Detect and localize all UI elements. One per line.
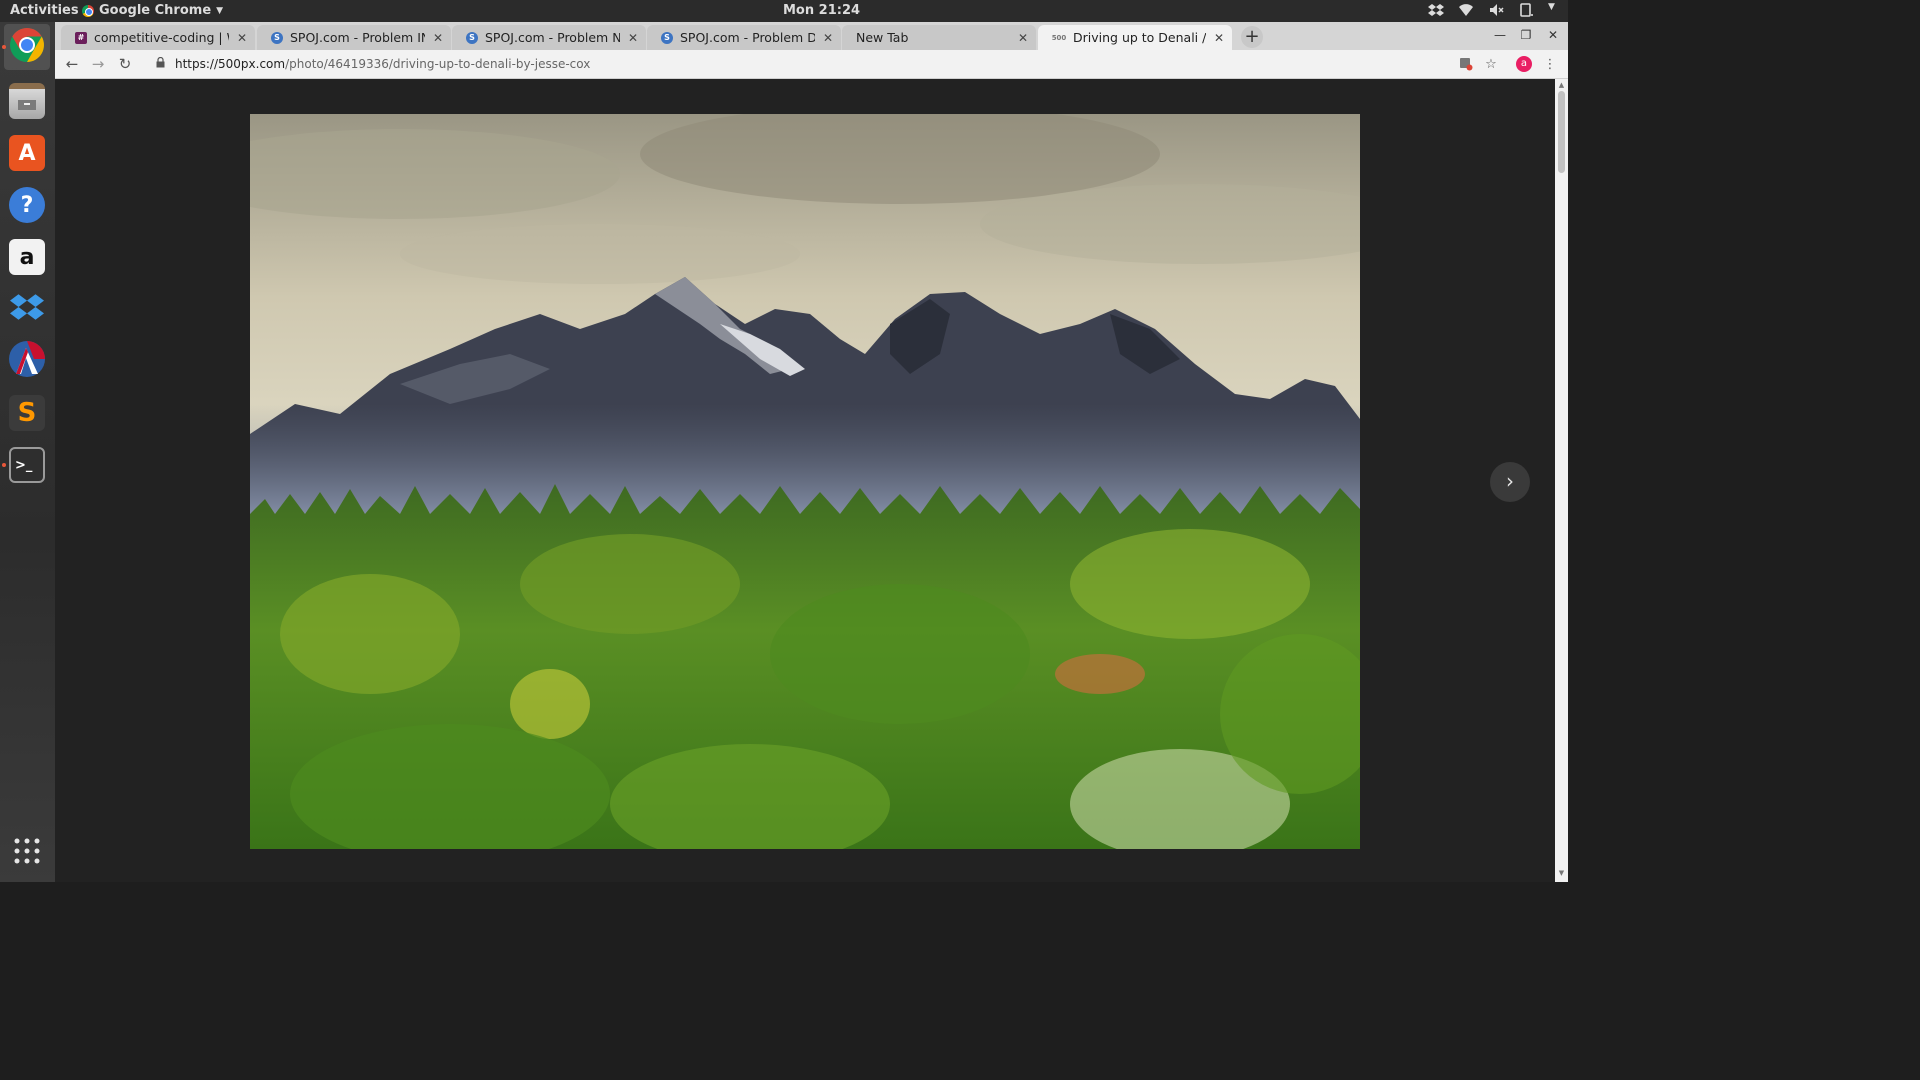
power-menu-icon[interactable] — [1518, 2, 1534, 18]
url-host: https://500px.com — [175, 57, 286, 71]
racket-icon — [8, 340, 46, 382]
tab-title: SPOJ.com - Problem INVF — [290, 30, 425, 45]
chevron-right-icon: › — [1506, 469, 1514, 493]
amazon-icon: a — [9, 239, 45, 275]
page-content: › — [55, 79, 1555, 882]
spoj-favicon-icon: S — [466, 31, 478, 44]
show-applications-button[interactable] — [4, 830, 50, 876]
close-tab-icon[interactable]: ✕ — [1016, 31, 1030, 45]
chrome-icon — [8, 26, 46, 68]
caret-down-icon: ▼ — [216, 5, 224, 16]
close-tab-icon[interactable]: ✕ — [1212, 31, 1226, 45]
close-tab-icon[interactable]: ✕ — [626, 31, 640, 45]
dropbox-icon — [8, 290, 46, 328]
app-menu[interactable]: Google Chrome ▼ — [82, 3, 223, 18]
reload-icon[interactable]: ↻ — [115, 54, 135, 74]
launcher-dock: A ? a S >_ — [0, 22, 55, 882]
launcher-help[interactable]: ? — [4, 182, 50, 228]
help-icon: ? — [9, 187, 45, 223]
system-tray: ▼ — [1428, 2, 1558, 18]
next-photo-button[interactable]: › — [1490, 462, 1530, 502]
restore-window-icon[interactable]: ❐ — [1519, 28, 1533, 42]
500px-favicon-icon: 500 — [1051, 33, 1067, 42]
launcher-sublime-text[interactable]: S — [4, 390, 50, 436]
tab-strip: # competitive-coding | WnC ✕ S SPOJ.com … — [55, 22, 1568, 50]
spoj-favicon-icon: S — [271, 31, 283, 44]
spoj-favicon-icon: S — [661, 31, 673, 44]
caret-down-icon[interactable]: ▼ — [1548, 2, 1558, 18]
tab-new-tab[interactable]: New Tab ✕ — [842, 25, 1036, 50]
file-manager-icon — [9, 83, 45, 119]
software-center-icon: A — [9, 135, 45, 171]
chrome-mini-icon — [82, 4, 94, 17]
tab-spoj-invf[interactable]: S SPOJ.com - Problem INVF ✕ — [257, 25, 451, 50]
show-apps-grid-icon — [13, 837, 41, 869]
forward-arrow-icon[interactable]: → — [88, 54, 108, 74]
activities-button[interactable]: Activities — [10, 3, 79, 18]
lock-icon — [153, 56, 167, 71]
tab-title: SPOJ.com - Problem DCEF — [680, 30, 815, 45]
close-tab-icon[interactable]: ✕ — [235, 31, 249, 45]
launcher-amazon[interactable]: a — [4, 234, 50, 280]
tab-title: New Tab — [856, 30, 909, 45]
terminal-icon: >_ — [9, 447, 45, 483]
new-tab-button[interactable]: + — [1241, 26, 1263, 48]
tab-title: Driving up to Denali / 500px — [1073, 30, 1206, 45]
scrollbar-thumb[interactable] — [1558, 91, 1565, 173]
app-menu-label: Google Chrome — [99, 3, 212, 18]
running-indicator — [2, 45, 6, 49]
launcher-racket[interactable] — [4, 338, 50, 384]
tab-title: SPOJ.com - Problem NAJF — [485, 30, 620, 45]
volume-muted-icon[interactable] — [1488, 2, 1504, 18]
launcher-software-center[interactable]: A — [4, 130, 50, 176]
launcher-dropbox[interactable] — [4, 286, 50, 332]
landscape-photo[interactable] — [250, 114, 1360, 849]
back-arrow-icon[interactable]: ← — [62, 54, 82, 74]
url-path: /photo/46419336/driving-up-to-denali-by-… — [285, 57, 591, 71]
launcher-file-manager[interactable] — [4, 78, 50, 124]
address-bar[interactable]: https://500px.com/photo/46419336/driving… — [143, 53, 1453, 75]
scroll-up-arrow-icon[interactable]: ▲ — [1557, 81, 1566, 90]
close-window-icon[interactable]: ✕ — [1546, 28, 1560, 42]
more-options-icon[interactable]: ⋮ — [1541, 55, 1559, 73]
system-top-bar: Activities Google Chrome ▼ Mon 21:24 ▼ — [0, 0, 1568, 22]
vertical-scrollbar[interactable]: ▲ ▼ — [1555, 79, 1568, 882]
minimize-window-icon[interactable]: — — [1493, 28, 1507, 42]
wifi-icon[interactable] — [1458, 2, 1474, 18]
tab-competitive-coding[interactable]: # competitive-coding | WnC ✕ — [61, 25, 255, 50]
bookmark-star-icon[interactable]: ☆ — [1482, 55, 1500, 73]
launcher-chrome[interactable] — [2, 24, 50, 70]
profile-avatar[interactable]: a — [1516, 56, 1532, 72]
slack-favicon-icon: # — [75, 31, 87, 44]
tab-500px-denali[interactable]: 500 Driving up to Denali / 500px ✕ — [1038, 25, 1232, 50]
clock[interactable]: Mon 21:24 — [783, 3, 860, 18]
running-indicator — [2, 463, 6, 467]
browser-toolbar: ← → ↻ https://500px.com/photo/46419336/d… — [55, 50, 1568, 79]
close-tab-icon[interactable]: ✕ — [821, 31, 835, 45]
sublime-text-icon: S — [9, 395, 45, 431]
close-tab-icon[interactable]: ✕ — [431, 31, 445, 45]
browser-window: # competitive-coding | WnC ✕ S SPOJ.com … — [55, 22, 1568, 882]
tab-spoj-najf[interactable]: S SPOJ.com - Problem NAJF ✕ — [452, 25, 646, 50]
dropbox-tray-icon[interactable] — [1428, 2, 1444, 18]
scroll-down-arrow-icon[interactable]: ▼ — [1557, 869, 1566, 878]
translate-blocked-icon[interactable] — [1457, 55, 1475, 73]
launcher-terminal[interactable]: >_ — [2, 442, 50, 488]
tab-spoj-dcef[interactable]: S SPOJ.com - Problem DCEF ✕ — [647, 25, 841, 50]
tab-title: competitive-coding | WnC — [94, 30, 229, 45]
